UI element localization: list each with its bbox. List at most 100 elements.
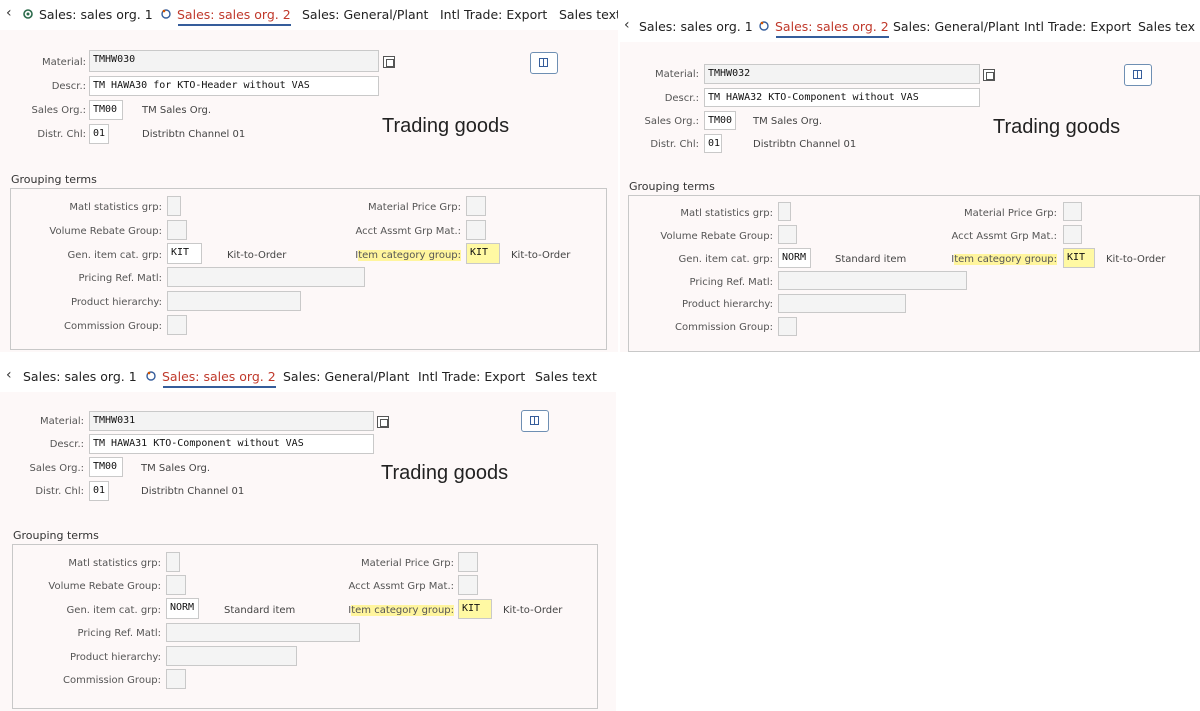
copy-icon[interactable]: [383, 56, 395, 68]
item-category-group-label: Item category group:: [348, 605, 454, 616]
tab-sales-org-1[interactable]: Sales: sales org. 1: [23, 369, 137, 384]
screen-content: Material: TMHW031 Descr.: TM HAWA31 KTO-…: [0, 392, 616, 711]
distr-chl-field[interactable]: 01: [89, 124, 109, 144]
info-button[interactable]: [530, 52, 558, 74]
item-category-text: Kit-to-Order: [511, 250, 571, 261]
product-hierarchy-label: Product hierarchy:: [70, 652, 161, 663]
tab-sales-text[interactable]: Sales tex: [1138, 19, 1195, 34]
acct-assmt-grp-mat-label: Acct Assmt Grp Mat.:: [348, 581, 454, 592]
product-hierarchy-field[interactable]: [166, 646, 297, 666]
sales-org-label: Sales Org.:: [29, 463, 85, 474]
sales-org-field[interactable]: TM00: [704, 111, 736, 130]
descr-field[interactable]: TM HAWA32 KTO-Component without VAS: [704, 88, 980, 107]
product-hierarchy-field[interactable]: [778, 294, 906, 313]
tab-intl-trade-export[interactable]: Intl Trade: Export: [440, 7, 547, 22]
commission-group-field[interactable]: [167, 315, 187, 335]
descr-label: Descr.:: [664, 93, 699, 104]
distr-chl-field[interactable]: 01: [704, 134, 722, 153]
sales-org-label: Sales Org.:: [644, 116, 700, 127]
acct-assmt-grp-mat-field[interactable]: [1063, 225, 1082, 244]
material-price-grp-field[interactable]: [458, 552, 478, 572]
pricing-ref-matl-field[interactable]: [778, 271, 967, 290]
material-field[interactable]: TMHW030: [89, 50, 379, 72]
volume-rebate-group-field[interactable]: [778, 225, 797, 244]
product-hierarchy-label: Product hierarchy:: [71, 297, 162, 308]
pricing-ref-matl-label: Pricing Ref. Matl:: [78, 273, 162, 284]
grouping-terms-title: Grouping terms: [629, 180, 715, 193]
matl-statistics-grp-label: Matl statistics grp:: [680, 208, 773, 219]
volume-rebate-group-label: Volume Rebate Group:: [49, 226, 162, 237]
sales-org-field[interactable]: TM00: [89, 100, 123, 120]
tab-sales-org-2[interactable]: Sales: sales org. 2: [145, 369, 276, 388]
pricing-ref-matl-label: Pricing Ref. Matl:: [689, 277, 773, 288]
sales-org-field[interactable]: TM00: [89, 457, 123, 477]
matl-statistics-grp-label: Matl statistics grp:: [68, 558, 161, 569]
chevron-left-icon[interactable]: ‹: [6, 367, 12, 383]
gen-item-cat-grp-field[interactable]: NORM: [166, 598, 199, 619]
item-category-group-field[interactable]: KIT: [1063, 248, 1095, 268]
tab-sales-text[interactable]: Sales text: [559, 7, 618, 22]
copy-icon[interactable]: [983, 69, 995, 81]
material-field[interactable]: TMHW031: [89, 411, 374, 431]
material-type-note: Trading goods: [993, 116, 1121, 138]
tab-intl-trade-export[interactable]: Intl Trade: Export: [1024, 19, 1131, 34]
tab-bar: ‹ Sales: sales org. 1 Sales: sales org. …: [0, 0, 618, 30]
descr-label: Descr.:: [51, 81, 86, 92]
volume-rebate-group-field[interactable]: [167, 220, 187, 240]
tab-sales-general-plant[interactable]: Sales: General/Plant: [302, 7, 428, 22]
volume-rebate-group-field[interactable]: [166, 575, 186, 595]
refresh-icon: [161, 9, 171, 19]
descr-field[interactable]: TM HAWA30 for KTO-Header without VAS: [89, 76, 379, 96]
lock-icon: [23, 9, 33, 19]
copy-icon[interactable]: [377, 416, 389, 428]
refresh-icon: [146, 371, 156, 381]
sales-org-text: TM Sales Org.: [753, 116, 823, 127]
info-icon: [1133, 70, 1142, 79]
grouping-terms-title: Grouping terms: [13, 529, 99, 542]
descr-field[interactable]: TM HAWA31 KTO-Component without VAS: [89, 434, 374, 454]
item-category-text: Kit-to-Order: [1106, 254, 1166, 265]
gen-item-cat-grp-field[interactable]: KIT: [167, 243, 202, 264]
tab-sales-org-2[interactable]: Sales: sales org. 2: [160, 7, 291, 26]
tab-sales-general-plant[interactable]: Sales: General/Plant: [893, 19, 1019, 34]
gen-item-cat-grp-field[interactable]: NORM: [778, 248, 811, 268]
chevron-left-icon[interactable]: ‹: [6, 5, 12, 21]
commission-group-field[interactable]: [778, 317, 797, 336]
pricing-ref-matl-field[interactable]: [166, 623, 360, 642]
gen-item-cat-text: Kit-to-Order: [227, 250, 287, 261]
matl-statistics-grp-field[interactable]: [167, 196, 181, 216]
distr-chl-label: Distr. Chl:: [35, 486, 84, 497]
tab-intl-trade-export[interactable]: Intl Trade: Export: [418, 369, 525, 384]
distr-chl-label: Distr. Chl:: [650, 139, 699, 150]
distr-chl-text: Distribtn Channel 01: [753, 139, 857, 150]
material-price-grp-field[interactable]: [466, 196, 486, 216]
tab-sales-text[interactable]: Sales text: [535, 369, 597, 384]
item-category-group-field[interactable]: KIT: [458, 599, 492, 619]
gen-item-cat-text: Standard item: [835, 254, 907, 265]
matl-statistics-grp-field[interactable]: [778, 202, 791, 221]
item-category-group-field[interactable]: KIT: [466, 243, 500, 264]
grouping-terms-title: Grouping terms: [11, 173, 97, 186]
material-price-grp-field[interactable]: [1063, 202, 1082, 221]
tab-sales-org-1[interactable]: Sales: sales org. 1: [22, 7, 153, 22]
product-hierarchy-field[interactable]: [167, 291, 301, 311]
chevron-left-icon[interactable]: ‹: [624, 17, 630, 33]
screen-content: Material: TMHW030 Descr.: TM HAWA30 for …: [0, 30, 618, 352]
material-field[interactable]: TMHW032: [704, 64, 980, 84]
pricing-ref-matl-field[interactable]: [167, 267, 365, 287]
tab-sales-general-plant[interactable]: Sales: General/Plant: [283, 369, 409, 384]
info-button[interactable]: [521, 410, 549, 432]
matl-statistics-grp-field[interactable]: [166, 552, 180, 572]
tab-sales-org-1[interactable]: Sales: sales org. 1: [639, 19, 753, 34]
distr-chl-text: Distribtn Channel 01: [142, 129, 246, 140]
volume-rebate-group-label: Volume Rebate Group:: [660, 231, 773, 242]
distr-chl-field[interactable]: 01: [89, 481, 109, 501]
acct-assmt-grp-mat-field[interactable]: [466, 220, 486, 240]
screen-content: Material: TMHW032 Descr.: TM HAWA32 KTO-…: [620, 42, 1200, 352]
tab-sales-org-2[interactable]: Sales: sales org. 2: [758, 19, 889, 38]
acct-assmt-grp-mat-field[interactable]: [458, 575, 478, 595]
commission-group-label: Commission Group:: [62, 675, 161, 686]
commission-group-field[interactable]: [166, 669, 186, 689]
pricing-ref-matl-label: Pricing Ref. Matl:: [77, 628, 161, 639]
info-button[interactable]: [1124, 64, 1152, 86]
